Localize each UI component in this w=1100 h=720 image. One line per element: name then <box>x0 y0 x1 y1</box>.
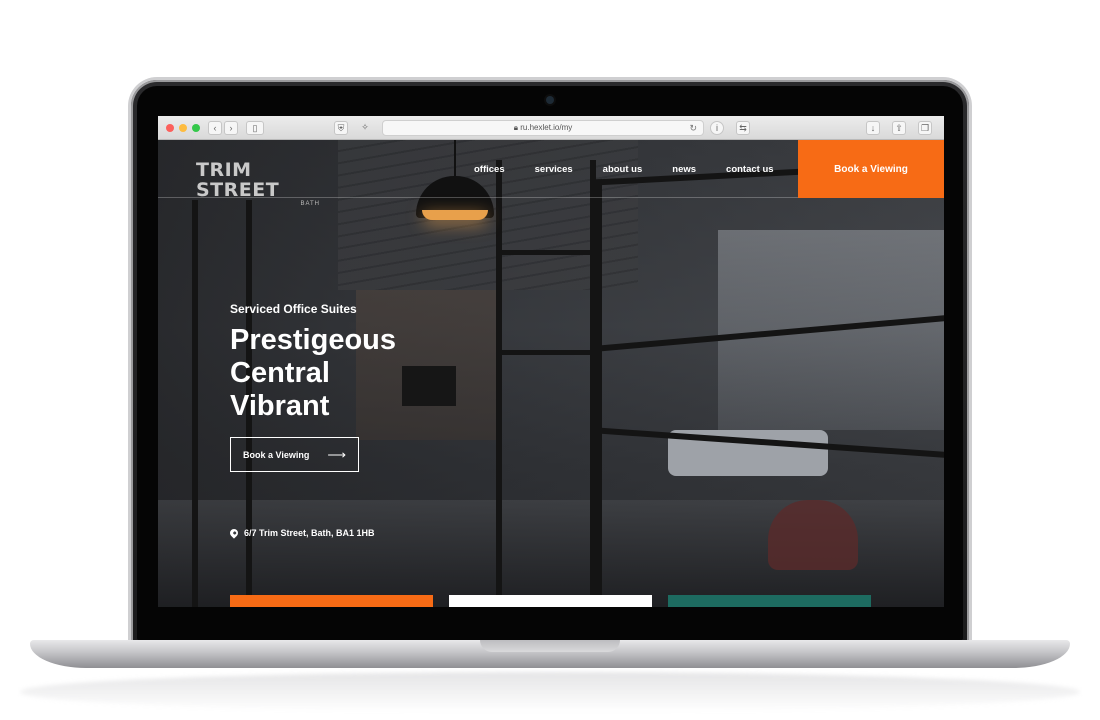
glass-partition-bar <box>496 350 596 355</box>
laptop-base-notch <box>480 640 620 652</box>
logo-title: TRIM STREET <box>196 159 280 201</box>
hero-background-tv <box>402 366 456 406</box>
glass-partition-bar <box>496 250 596 255</box>
arrow-right-icon: ⟶ <box>327 446 346 462</box>
hero-book-viewing-button[interactable]: Book a Viewing ⟶ <box>230 437 359 472</box>
nav-offices[interactable]: offices <box>474 164 505 175</box>
hero-button-label: Book a Viewing <box>243 449 310 460</box>
info-icon[interactable]: i <box>710 121 724 135</box>
pendant-lamp-glow <box>422 210 488 220</box>
browser-toolbar: ‹ › ▯ ⛨ ✧ 🔒︎ ru.hexlet.io/my ↻ i ⇆ ↓ ⇧ ❐ <box>158 116 944 140</box>
lock-icon: 🔒︎ <box>513 123 518 132</box>
url-text: ru.hexlet.io/my <box>520 123 573 132</box>
glass-partition-frame <box>496 160 596 607</box>
main-nav: offices services about us news contact u… <box>474 140 774 198</box>
tabs-icon[interactable]: ❐ <box>918 121 932 135</box>
hero-eyebrow: Serviced Office Suites <box>230 302 357 316</box>
headline-line: Vibrant <box>230 390 330 422</box>
address: 6/7 Trim Street, Bath, BA1 1HB <box>228 527 375 539</box>
nav-news[interactable]: news <box>672 164 696 175</box>
headline-line: Central <box>230 357 330 389</box>
close-window-button[interactable] <box>166 124 174 132</box>
feature-card-orange[interactable] <box>230 595 433 607</box>
site-logo[interactable]: TRIM STREET BATH <box>196 160 326 208</box>
laptop-reflection <box>20 672 1080 712</box>
nav-contact-us[interactable]: contact us <box>726 164 774 175</box>
address-bar[interactable]: 🔒︎ ru.hexlet.io/my ↻ <box>382 120 704 136</box>
site-header: TRIM STREET BATH offices services about … <box>158 140 944 207</box>
sidebar-icon[interactable]: ▯ <box>246 121 264 135</box>
nav-services[interactable]: services <box>535 164 573 175</box>
camera-icon <box>546 96 554 104</box>
location-pin-icon <box>228 527 240 539</box>
screen: ‹ › ▯ ⛨ ✧ 🔒︎ ru.hexlet.io/my ↻ i ⇆ ↓ ⇧ ❐ <box>158 116 944 607</box>
hero-section: TRIM STREET BATH offices services about … <box>158 140 944 607</box>
feature-card-white[interactable] <box>449 595 652 607</box>
translate-icon[interactable]: ⇆ <box>736 121 750 135</box>
feature-card-teal[interactable] <box>668 595 871 607</box>
address-text: 6/7 Trim Street, Bath, BA1 1HB <box>244 528 375 538</box>
download-icon[interactable]: ↓ <box>866 121 880 135</box>
logo-subtitle: BATH <box>300 201 320 207</box>
fullscreen-window-button[interactable] <box>192 124 200 132</box>
headline-line: Prestigeous <box>230 324 396 356</box>
extension-icon[interactable]: ✧ <box>358 121 372 135</box>
shield-icon[interactable]: ⛨ <box>334 121 348 135</box>
header-book-viewing-button[interactable]: Book a Viewing <box>798 140 944 198</box>
laptop-mockup: ‹ › ▯ ⛨ ✧ 🔒︎ ru.hexlet.io/my ↻ i ⇆ ↓ ⇧ ❐ <box>0 0 1100 720</box>
glass-partition-frame <box>596 160 944 607</box>
reload-icon[interactable]: ↻ <box>689 121 697 135</box>
share-icon[interactable]: ⇧ <box>892 121 906 135</box>
back-icon[interactable]: ‹ <box>208 121 222 135</box>
forward-icon[interactable]: › <box>224 121 238 135</box>
minimize-window-button[interactable] <box>179 124 187 132</box>
nav-about-us[interactable]: about us <box>603 164 643 175</box>
hero-headline: Prestigeous Central Vibrant <box>230 324 396 423</box>
